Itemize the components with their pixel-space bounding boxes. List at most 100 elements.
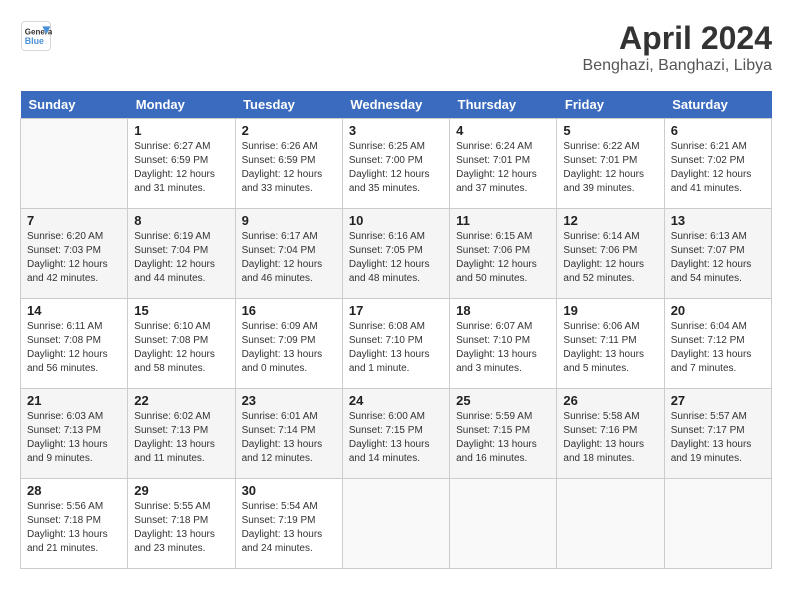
day-info: Sunrise: 6:25 AMSunset: 7:00 PMDaylight:… bbox=[349, 140, 443, 196]
calendar-cell: 5 Sunrise: 6:22 AMSunset: 7:01 PMDaylight… bbox=[557, 119, 664, 209]
calendar-cell: 1 Sunrise: 6:27 AMSunset: 6:59 PMDaylight… bbox=[128, 119, 235, 209]
day-info: Sunrise: 6:19 AMSunset: 7:04 PMDaylight:… bbox=[134, 230, 228, 286]
calendar-cell: 15 Sunrise: 6:10 AMSunset: 7:08 PMDayligh… bbox=[128, 299, 235, 389]
day-info: Sunrise: 6:21 AMSunset: 7:02 PMDaylight:… bbox=[671, 140, 765, 196]
calendar-week-3: 14 Sunrise: 6:11 AMSunset: 7:08 PMDayligh… bbox=[21, 299, 772, 389]
day-info: Sunrise: 6:10 AMSunset: 7:08 PMDaylight:… bbox=[134, 320, 228, 376]
day-number: 16 bbox=[242, 303, 336, 318]
day-info: Sunrise: 5:58 AMSunset: 7:16 PMDaylight:… bbox=[563, 410, 657, 466]
day-header-friday: Friday bbox=[557, 91, 664, 119]
day-info: Sunrise: 6:26 AMSunset: 6:59 PMDaylight:… bbox=[242, 140, 336, 196]
calendar-cell: 28 Sunrise: 5:56 AMSunset: 7:18 PMDayligh… bbox=[21, 479, 128, 569]
calendar-cell: 25 Sunrise: 5:59 AMSunset: 7:15 PMDayligh… bbox=[450, 389, 557, 479]
day-number: 7 bbox=[27, 213, 121, 228]
calendar-cell bbox=[664, 479, 771, 569]
day-number: 17 bbox=[349, 303, 443, 318]
day-header-wednesday: Wednesday bbox=[342, 91, 449, 119]
day-number: 26 bbox=[563, 393, 657, 408]
day-number: 12 bbox=[563, 213, 657, 228]
calendar-cell: 22 Sunrise: 6:02 AMSunset: 7:13 PMDayligh… bbox=[128, 389, 235, 479]
day-number: 24 bbox=[349, 393, 443, 408]
calendar-header-row: SundayMondayTuesdayWednesdayThursdayFrid… bbox=[21, 91, 772, 119]
svg-text:Blue: Blue bbox=[25, 36, 44, 46]
calendar-cell: 10 Sunrise: 6:16 AMSunset: 7:05 PMDayligh… bbox=[342, 209, 449, 299]
logo: General Blue bbox=[20, 20, 52, 52]
calendar-week-4: 21Sunrise: 6:03 AMSunset: 7:13 PMDayligh… bbox=[21, 389, 772, 479]
calendar-week-2: 7Sunrise: 6:20 AMSunset: 7:03 PMDaylight… bbox=[21, 209, 772, 299]
calendar-cell: 2 Sunrise: 6:26 AMSunset: 6:59 PMDaylight… bbox=[235, 119, 342, 209]
calendar-cell: 9 Sunrise: 6:17 AMSunset: 7:04 PMDaylight… bbox=[235, 209, 342, 299]
calendar-cell: 20Sunrise: 6:04 AMSunset: 7:12 PMDayligh… bbox=[664, 299, 771, 389]
day-number: 11 bbox=[456, 213, 550, 228]
calendar-cell bbox=[557, 479, 664, 569]
calendar-cell: 24 Sunrise: 6:00 AMSunset: 7:15 PMDayligh… bbox=[342, 389, 449, 479]
day-header-tuesday: Tuesday bbox=[235, 91, 342, 119]
calendar-week-1: 1 Sunrise: 6:27 AMSunset: 6:59 PMDaylight… bbox=[21, 119, 772, 209]
day-number: 28 bbox=[27, 483, 121, 498]
day-number: 9 bbox=[242, 213, 336, 228]
month-title: April 2024 bbox=[583, 20, 772, 57]
day-number: 19 bbox=[563, 303, 657, 318]
day-header-monday: Monday bbox=[128, 91, 235, 119]
page-header: General Blue April 2024 Benghazi, Bangha… bbox=[20, 20, 772, 75]
day-info: Sunrise: 6:04 AMSunset: 7:12 PMDaylight:… bbox=[671, 320, 765, 376]
day-number: 14 bbox=[27, 303, 121, 318]
location: Benghazi, Banghazi, Libya bbox=[583, 57, 772, 75]
day-number: 23 bbox=[242, 393, 336, 408]
day-number: 1 bbox=[134, 123, 228, 138]
day-info: Sunrise: 6:24 AMSunset: 7:01 PMDaylight:… bbox=[456, 140, 550, 196]
day-number: 6 bbox=[671, 123, 765, 138]
day-number: 8 bbox=[134, 213, 228, 228]
calendar-body: 1 Sunrise: 6:27 AMSunset: 6:59 PMDaylight… bbox=[21, 119, 772, 569]
day-number: 15 bbox=[134, 303, 228, 318]
day-number: 4 bbox=[456, 123, 550, 138]
day-info: Sunrise: 6:06 AMSunset: 7:11 PMDaylight:… bbox=[563, 320, 657, 376]
day-info: Sunrise: 6:07 AMSunset: 7:10 PMDaylight:… bbox=[456, 320, 550, 376]
day-info: Sunrise: 6:16 AMSunset: 7:05 PMDaylight:… bbox=[349, 230, 443, 286]
day-info: Sunrise: 5:59 AMSunset: 7:15 PMDaylight:… bbox=[456, 410, 550, 466]
calendar-cell: 8 Sunrise: 6:19 AMSunset: 7:04 PMDaylight… bbox=[128, 209, 235, 299]
day-info: Sunrise: 5:55 AMSunset: 7:18 PMDaylight:… bbox=[134, 500, 228, 556]
day-info: Sunrise: 6:02 AMSunset: 7:13 PMDaylight:… bbox=[134, 410, 228, 466]
day-info: Sunrise: 6:09 AMSunset: 7:09 PMDaylight:… bbox=[242, 320, 336, 376]
day-number: 3 bbox=[349, 123, 443, 138]
calendar-cell: 23 Sunrise: 6:01 AMSunset: 7:14 PMDayligh… bbox=[235, 389, 342, 479]
day-number: 21 bbox=[27, 393, 121, 408]
day-info: Sunrise: 6:08 AMSunset: 7:10 PMDaylight:… bbox=[349, 320, 443, 376]
calendar-cell: 18Sunrise: 6:07 AMSunset: 7:10 PMDayligh… bbox=[450, 299, 557, 389]
calendar-cell bbox=[450, 479, 557, 569]
day-info: Sunrise: 6:27 AMSunset: 6:59 PMDaylight:… bbox=[134, 140, 228, 196]
day-info: Sunrise: 6:17 AMSunset: 7:04 PMDaylight:… bbox=[242, 230, 336, 286]
day-number: 2 bbox=[242, 123, 336, 138]
calendar-cell: 4 Sunrise: 6:24 AMSunset: 7:01 PMDaylight… bbox=[450, 119, 557, 209]
day-number: 5 bbox=[563, 123, 657, 138]
calendar-cell: 30 Sunrise: 5:54 AMSunset: 7:19 PMDayligh… bbox=[235, 479, 342, 569]
day-info: Sunrise: 5:56 AMSunset: 7:18 PMDaylight:… bbox=[27, 500, 121, 556]
calendar-cell: 11 Sunrise: 6:15 AMSunset: 7:06 PMDayligh… bbox=[450, 209, 557, 299]
calendar-cell: 7Sunrise: 6:20 AMSunset: 7:03 PMDaylight… bbox=[21, 209, 128, 299]
day-info: Sunrise: 6:11 AMSunset: 7:08 PMDaylight:… bbox=[27, 320, 121, 376]
day-info: Sunrise: 5:54 AMSunset: 7:19 PMDaylight:… bbox=[242, 500, 336, 556]
day-info: Sunrise: 6:01 AMSunset: 7:14 PMDaylight:… bbox=[242, 410, 336, 466]
day-info: Sunrise: 6:00 AMSunset: 7:15 PMDaylight:… bbox=[349, 410, 443, 466]
day-info: Sunrise: 6:13 AMSunset: 7:07 PMDaylight:… bbox=[671, 230, 765, 286]
calendar-cell: 6 Sunrise: 6:21 AMSunset: 7:02 PMDaylight… bbox=[664, 119, 771, 209]
logo-icon: General Blue bbox=[20, 20, 52, 52]
day-header-sunday: Sunday bbox=[21, 91, 128, 119]
day-number: 13 bbox=[671, 213, 765, 228]
day-info: Sunrise: 6:22 AMSunset: 7:01 PMDaylight:… bbox=[563, 140, 657, 196]
calendar-cell bbox=[21, 119, 128, 209]
day-info: Sunrise: 6:15 AMSunset: 7:06 PMDaylight:… bbox=[456, 230, 550, 286]
calendar-table: SundayMondayTuesdayWednesdayThursdayFrid… bbox=[20, 91, 772, 569]
day-number: 22 bbox=[134, 393, 228, 408]
day-info: Sunrise: 6:14 AMSunset: 7:06 PMDaylight:… bbox=[563, 230, 657, 286]
calendar-cell: 16 Sunrise: 6:09 AMSunset: 7:09 PMDayligh… bbox=[235, 299, 342, 389]
day-number: 25 bbox=[456, 393, 550, 408]
calendar-cell: 26 Sunrise: 5:58 AMSunset: 7:16 PMDayligh… bbox=[557, 389, 664, 479]
day-header-thursday: Thursday bbox=[450, 91, 557, 119]
calendar-cell: 17 Sunrise: 6:08 AMSunset: 7:10 PMDayligh… bbox=[342, 299, 449, 389]
day-number: 30 bbox=[242, 483, 336, 498]
day-number: 10 bbox=[349, 213, 443, 228]
title-block: April 2024 Benghazi, Banghazi, Libya bbox=[583, 20, 772, 75]
calendar-cell: 19 Sunrise: 6:06 AMSunset: 7:11 PMDayligh… bbox=[557, 299, 664, 389]
